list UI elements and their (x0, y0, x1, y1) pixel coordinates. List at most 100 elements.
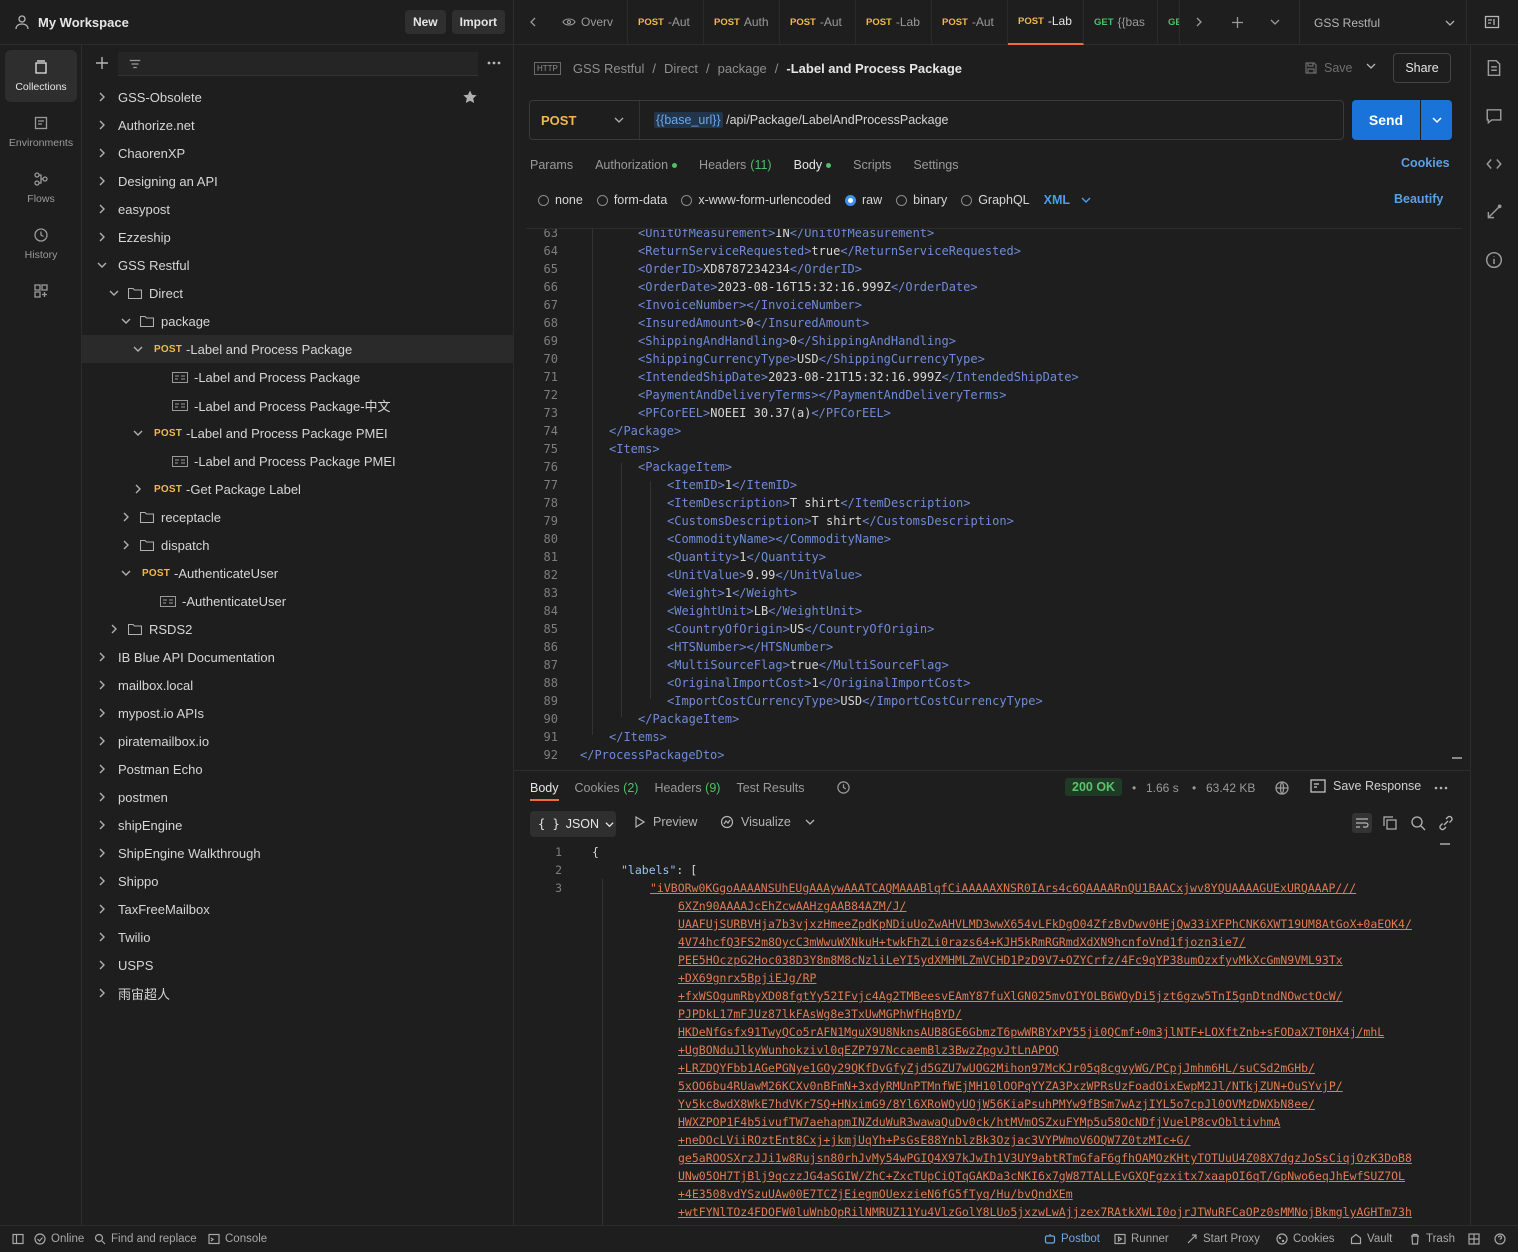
json-string[interactable]: HKDeNfGsfx91TwyQCo5rAFN1MguX9U8NknsAUB8G… (678, 1025, 1384, 1039)
response-body[interactable]: 1{2 "labels": [3 "iVBORw0KGgoAAAANSUhEUgAA… (530, 843, 1450, 1226)
chevron-right-icon[interactable] (96, 735, 108, 747)
import-button[interactable]: Import (451, 10, 505, 34)
json-string[interactable]: "iVBORw0KGgoAAAANSUhEUgAAAywAAATCAQMAAAB… (650, 881, 1356, 895)
chevron-right-icon[interactable] (96, 147, 108, 159)
history-icon[interactable] (836, 780, 851, 795)
new-tab-button[interactable] (1218, 0, 1256, 45)
chevron-down-icon[interactable] (1080, 194, 1092, 206)
rail-environments[interactable]: Environments (5, 106, 77, 158)
example-item[interactable]: -Label and Process Package-中文 (82, 391, 514, 419)
code-icon[interactable] (1485, 155, 1503, 173)
chevron-right-icon[interactable] (96, 875, 108, 887)
rail-history[interactable]: History (5, 218, 77, 270)
cookies-link[interactable]: Cookies (1401, 156, 1450, 170)
copy-icon[interactable] (1380, 813, 1400, 833)
example-item[interactable]: -Label and Process Package PMEI (82, 447, 514, 475)
body-editor[interactable]: 63 <UnitOfMeasurement>IN</UnitOfMeasureme… (526, 228, 1462, 763)
tab-body[interactable]: Body (794, 158, 832, 172)
more-icon[interactable] (1434, 783, 1448, 793)
collection-item[interactable]: Postman Echo (82, 755, 514, 783)
sidebar-toggle-icon[interactable] (12, 1233, 24, 1245)
chevron-right-icon[interactable] (96, 707, 108, 719)
more-icon[interactable] (486, 56, 502, 70)
collection-item[interactable]: Twilio (82, 923, 514, 951)
collection-item[interactable]: ShipEngine Walkthrough (82, 839, 514, 867)
chevron-down-icon[interactable] (120, 315, 132, 327)
chevron-right-icon[interactable] (96, 231, 108, 243)
start-proxy-button[interactable]: Start Proxy (1186, 1233, 1260, 1245)
json-string[interactable]: PJPDkL17mFJUz87lkFAsWg8e3TxUwMGPhWfHqBYD… (678, 1007, 962, 1021)
request-item[interactable]: POST -Get Package Label (82, 475, 514, 503)
chevron-down-icon[interactable] (132, 427, 144, 439)
wrap-lines-icon[interactable] (1352, 813, 1372, 833)
json-string[interactable]: +LRZDQYFbb1AGePGNye1GOy29QKfDvGfyZjd5GZU… (678, 1061, 1315, 1075)
chevron-right-icon[interactable] (96, 931, 108, 943)
chevron-right-icon[interactable] (132, 483, 144, 495)
collection-item[interactable]: Designing an API (82, 167, 514, 195)
chevron-right-icon[interactable] (96, 119, 108, 131)
request-tab[interactable]: POST -Lab (1008, 0, 1084, 45)
json-string[interactable]: UAAFUjSURBVHja7b3vjxzHmeeZpdKpNDiuUoZwAH… (678, 917, 1412, 931)
request-tab[interactable]: POST Auth (704, 0, 780, 45)
collection-item[interactable]: GSS-Obsolete (82, 83, 514, 111)
tab-params[interactable]: Params (530, 158, 573, 172)
rail-configure[interactable] (5, 276, 77, 312)
postbot-button[interactable]: Postbot (1044, 1233, 1100, 1245)
tab-headers[interactable]: Headers (11) (699, 158, 772, 172)
collection-item[interactable]: easypost (82, 195, 514, 223)
body-type-form-data[interactable]: form-data (596, 193, 667, 207)
collection-item[interactable]: postmen (82, 783, 514, 811)
chevron-right-icon[interactable] (120, 511, 132, 523)
chevron-down-icon[interactable] (120, 567, 132, 579)
url-input[interactable]: {{base_url}} /api/Package/LabelAndProces… (640, 112, 949, 128)
preview-button[interactable]: Preview (634, 815, 697, 829)
breadcrumb-folder[interactable]: Direct (664, 61, 698, 76)
chevron-right-icon[interactable] (96, 651, 108, 663)
collection-item[interactable]: TaxFreeMailbox (82, 895, 514, 923)
console-button[interactable]: Console (208, 1233, 267, 1245)
response-tab-test-results[interactable]: Test Results (736, 781, 804, 795)
request-tab[interactable]: POST -Aut (932, 0, 1008, 45)
request-tab[interactable]: POST -Aut (628, 0, 704, 45)
cookies-button[interactable]: Cookies (1276, 1233, 1335, 1245)
response-size[interactable]: 63.42 KB (1206, 781, 1255, 795)
online-status[interactable]: Online (34, 1233, 84, 1245)
body-type-binary[interactable]: binary (896, 193, 947, 207)
body-type-none[interactable]: none (538, 193, 583, 207)
radio-icon[interactable] (681, 194, 693, 206)
vault-button[interactable]: Vault (1350, 1233, 1392, 1245)
comments-icon[interactable] (1485, 107, 1503, 125)
json-string[interactable]: +DX69gnrx5BpjiEJg/RP (678, 971, 816, 985)
share-button[interactable]: Share (1393, 53, 1451, 83)
breadcrumb-collection[interactable]: GSS Restful (573, 61, 645, 76)
help-icon[interactable] (1494, 1233, 1506, 1245)
chevron-right-icon[interactable] (96, 203, 108, 215)
folder-item[interactable]: RSDS2 (82, 615, 514, 643)
json-string[interactable]: +4E3508vdYSzuUAw00E7TCZjEiegmOUexzieN6fG… (678, 1187, 1073, 1201)
plus-icon[interactable] (94, 55, 110, 71)
request-tab[interactable]: GET {{bas (1084, 0, 1158, 45)
json-string[interactable]: +fxWSOgumRbyXD08fgtYy52IFvjc4Ag2TMBeesvE… (678, 989, 1343, 1003)
tab-settings[interactable]: Settings (913, 158, 958, 172)
chevron-right-icon[interactable] (96, 847, 108, 859)
collection-item[interactable]: GSS Restful (82, 251, 514, 279)
tabs-scroll-right[interactable] (1180, 0, 1218, 45)
chevron-right-icon[interactable] (108, 623, 120, 635)
request-item[interactable]: POST -AuthenticateUser (82, 559, 514, 587)
visualize-button[interactable]: Visualize (720, 815, 815, 829)
environment-quicklook-icon[interactable] (1484, 14, 1500, 30)
chevron-down-icon[interactable] (108, 287, 120, 299)
example-item[interactable]: -AuthenticateUser (82, 587, 514, 615)
chevron-right-icon[interactable] (96, 959, 108, 971)
radio-icon[interactable] (896, 194, 908, 206)
method-select[interactable]: POST (530, 101, 640, 139)
search-icon[interactable] (1408, 813, 1428, 833)
collection-item[interactable]: USPS (82, 951, 514, 979)
beautify-button[interactable]: Beautify (1394, 192, 1443, 206)
runner-button[interactable]: Runner (1114, 1233, 1169, 1245)
collection-item[interactable]: ChaorenXP (82, 139, 514, 167)
collection-item[interactable]: IB Blue API Documentation (82, 643, 514, 671)
chevron-down-icon[interactable] (1366, 61, 1376, 71)
response-tab-headers[interactable]: Headers (9) (654, 781, 720, 795)
json-string[interactable]: 5xOO6bu4RUawM26KCXv0nBFmN+3xdyRMUnPTMnfW… (678, 1079, 1343, 1093)
